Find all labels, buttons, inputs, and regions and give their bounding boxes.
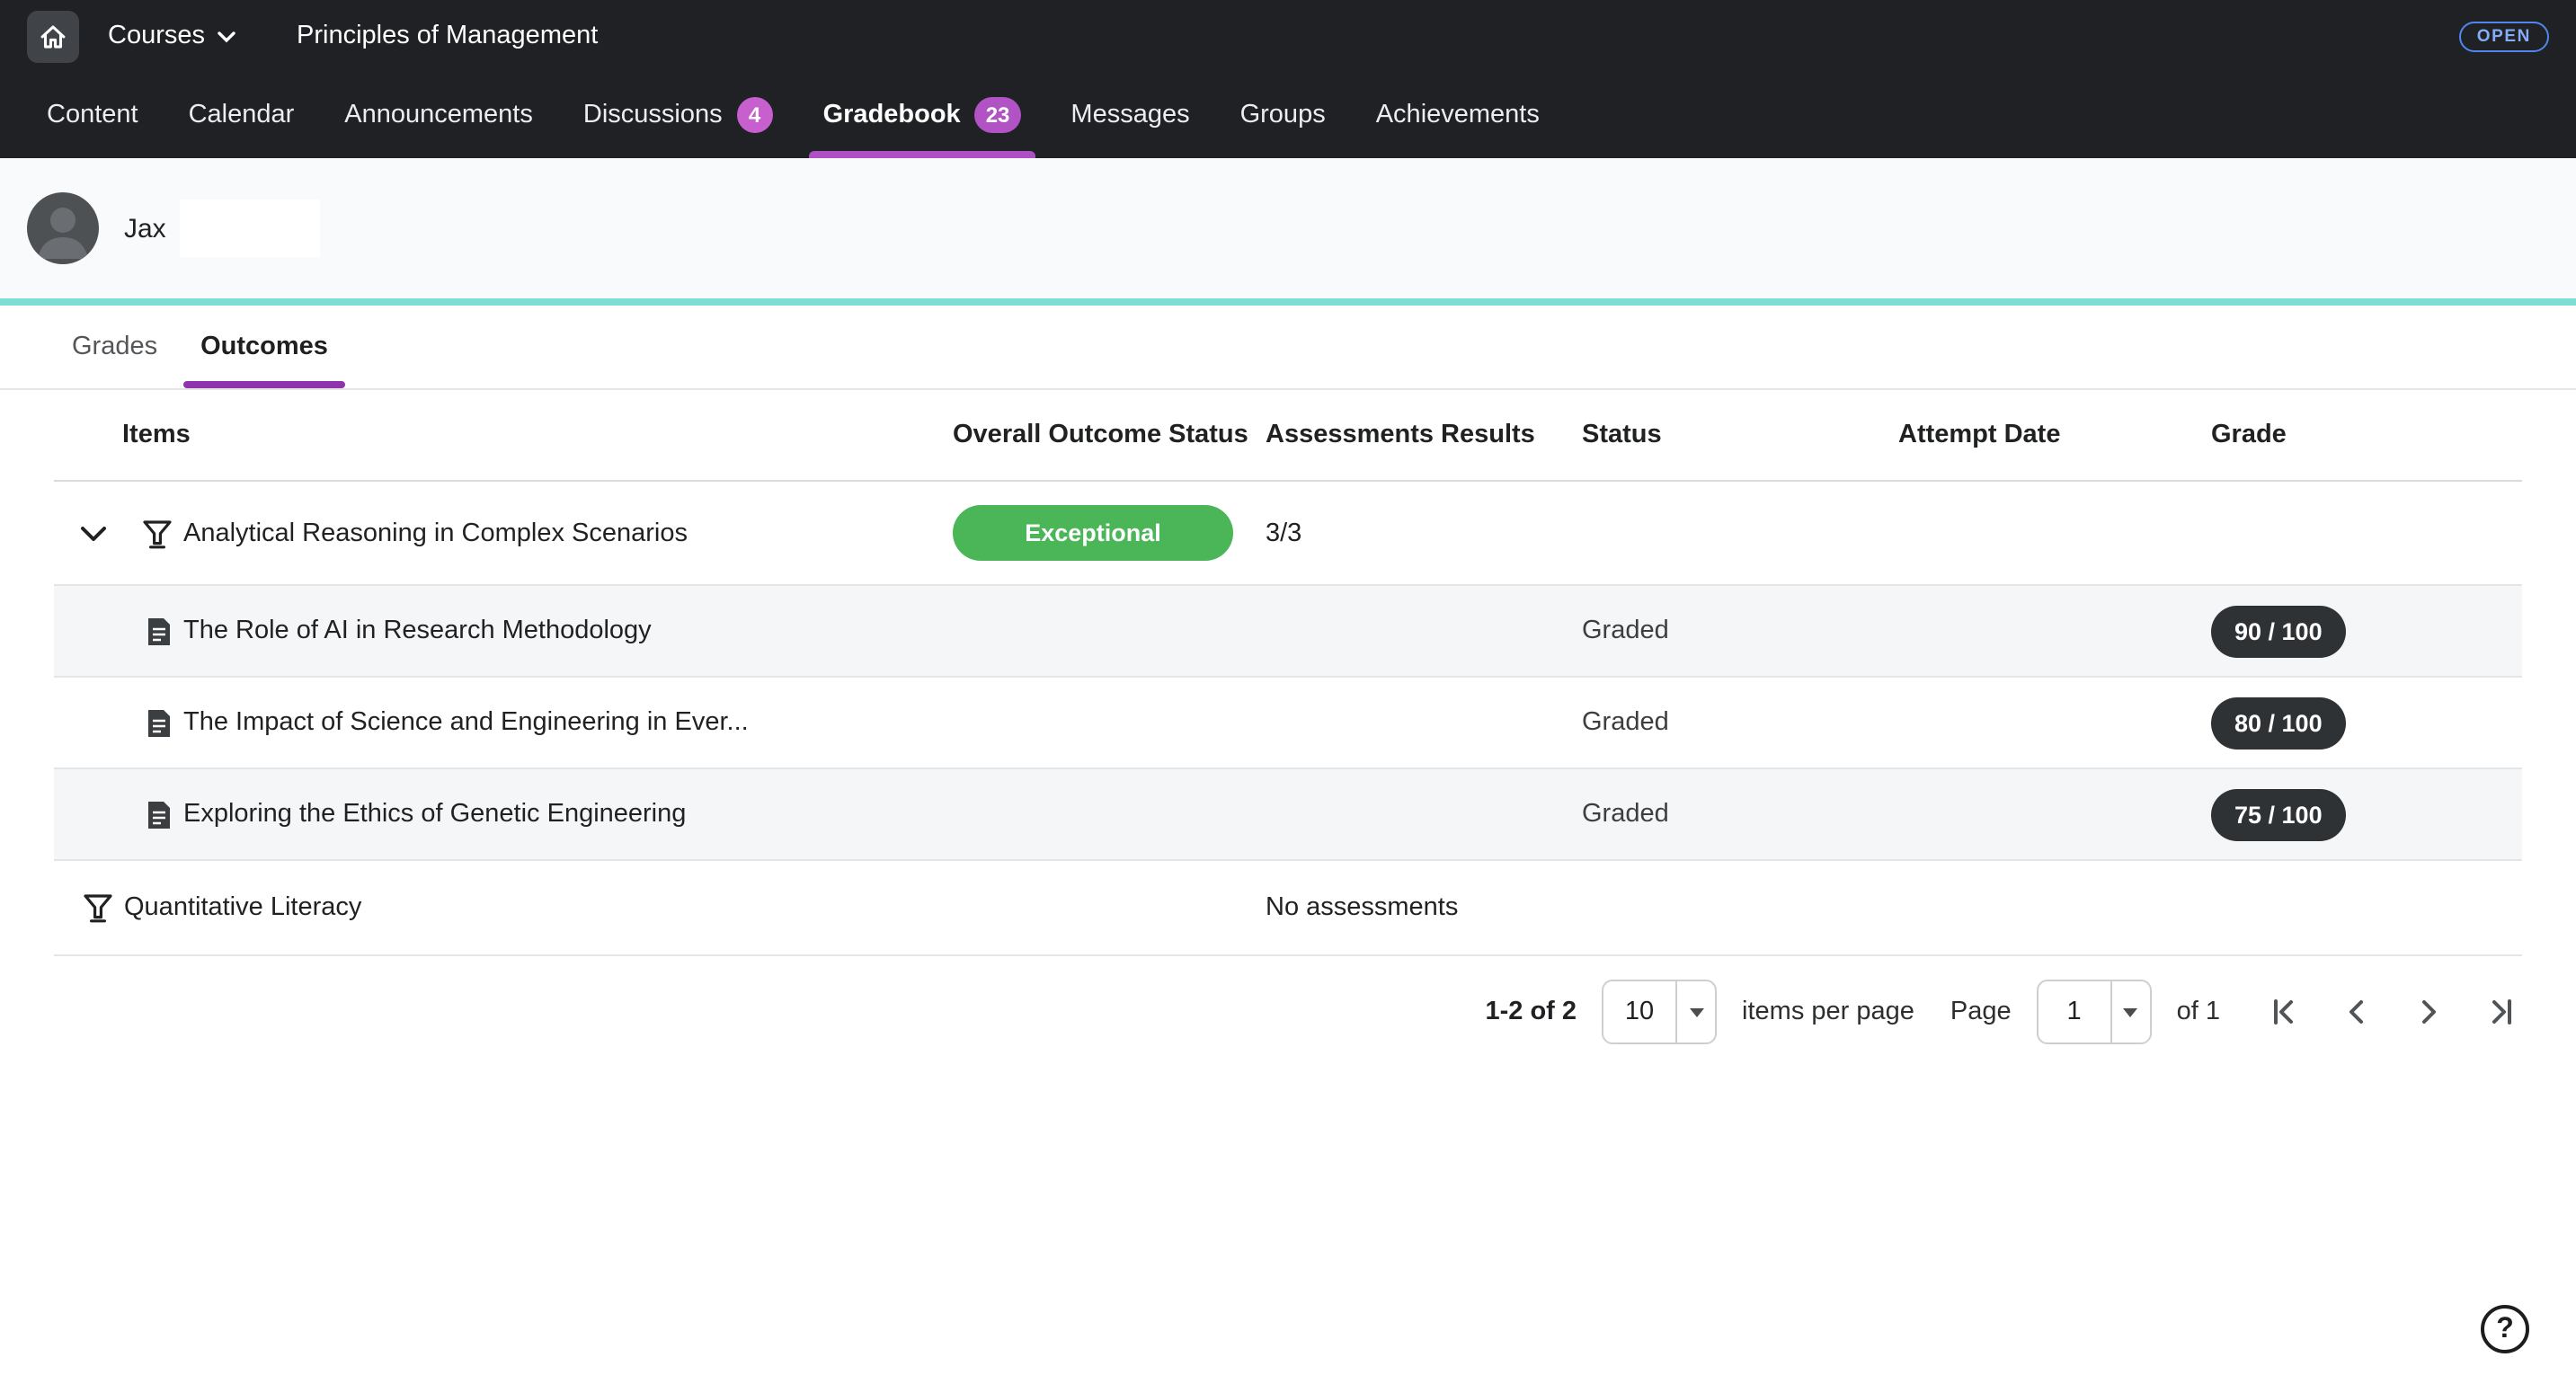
question-mark-icon: ? <box>2496 1313 2514 1345</box>
pager-buttons <box>2260 987 2526 1037</box>
outcome-row: Quantitative Literacy No assessments <box>54 861 2522 956</box>
nav-item-gradebook[interactable]: Gradebook 23 <box>798 72 1046 158</box>
grade-pill: 90 / 100 <box>2211 605 2346 657</box>
page-of-label: of 1 <box>2177 998 2220 1026</box>
document-icon <box>146 616 173 646</box>
select-caret-icon <box>2110 981 2150 1042</box>
tab-outcomes[interactable]: Outcomes <box>182 306 346 388</box>
nav-label: Discussions <box>583 101 723 129</box>
grade-pill: 75 / 100 <box>2211 788 2346 840</box>
select-caret-icon <box>1675 981 1715 1042</box>
teal-divider <box>0 298 2576 306</box>
overall-status-pill: Exceptional <box>953 505 1233 561</box>
user-bar: Jax <box>0 158 2576 298</box>
first-page-button[interactable] <box>2260 987 2310 1037</box>
assessment-title: The Impact of Science and Engineering in… <box>183 708 749 737</box>
avatar-person-icon <box>27 192 99 264</box>
outcome-funnel-icon <box>140 517 174 549</box>
items-per-page-label: items per page <box>1742 998 1914 1026</box>
assessments-results-value: No assessments <box>1266 893 1582 922</box>
course-navbar: Content Calendar Announcements Discussio… <box>0 72 2576 158</box>
outcome-title: Analytical Reasoning in Complex Scenario… <box>183 519 688 547</box>
nav-label: Messages <box>1070 101 1189 129</box>
document-icon <box>146 799 173 829</box>
user-avatar <box>27 192 99 264</box>
outcomes-table: Items Overall Outcome Status Assessments… <box>54 390 2522 956</box>
header-attempt-date: Attempt Date <box>1898 421 2211 449</box>
nav-item-calendar[interactable]: Calendar <box>164 72 320 158</box>
app-root: Courses Principles of Management OPEN Co… <box>0 0 2576 1375</box>
last-page-button[interactable] <box>2475 987 2526 1037</box>
assessment-status: Graded <box>1582 708 1898 737</box>
header-status: Status <box>1582 421 1898 449</box>
chevron-down-icon <box>218 30 235 42</box>
nav-item-content[interactable]: Content <box>22 72 164 158</box>
document-icon <box>146 707 173 738</box>
top-bar: Courses Principles of Management OPEN <box>0 0 2576 72</box>
page-number-select[interactable]: 1 <box>2037 980 2152 1044</box>
nav-label: Gradebook <box>823 101 961 129</box>
nav-label: Calendar <box>189 101 295 129</box>
course-title: Principles of Management <box>297 22 598 50</box>
header-items: Items <box>54 421 953 449</box>
outcome-title: Quantitative Literacy <box>124 893 361 922</box>
assessment-status: Graded <box>1582 800 1898 829</box>
outcome-funnel-icon <box>81 892 115 924</box>
assessment-row: The Role of AI in Research Methodology G… <box>54 586 2522 678</box>
courses-dropdown[interactable]: Courses <box>108 22 235 50</box>
pagination-bar: 1-2 of 2 10 items per page Page 1 of 1 <box>0 956 2576 1068</box>
previous-page-button[interactable] <box>2332 987 2382 1037</box>
assessment-title: The Role of AI in Research Methodology <box>183 617 652 645</box>
collapse-outcome-button[interactable] <box>72 511 115 554</box>
home-icon <box>38 21 68 51</box>
help-button[interactable]: ? <box>2481 1305 2529 1353</box>
nav-item-groups[interactable]: Groups <box>1215 72 1351 158</box>
last-page-icon <box>2483 994 2518 1030</box>
tab-grades[interactable]: Grades <box>54 306 175 388</box>
nav-item-announcements[interactable]: Announcements <box>319 72 558 158</box>
chevron-down-icon <box>79 524 108 542</box>
grade-pill: 80 / 100 <box>2211 696 2346 749</box>
assessment-row: Exploring the Ethics of Genetic Engineer… <box>54 769 2522 861</box>
nav-item-messages[interactable]: Messages <box>1045 72 1214 158</box>
chevron-right-icon <box>2411 994 2447 1030</box>
header-assessments-results: Assessments Results <box>1266 421 1582 449</box>
items-per-page-value: 10 <box>1603 998 1675 1026</box>
header-overall-outcome-status: Overall Outcome Status <box>953 421 1266 449</box>
assessment-title: Exploring the Ethics of Genetic Engineer… <box>183 800 686 829</box>
page-number-value: 1 <box>2039 998 2110 1026</box>
nav-label: Announcements <box>344 101 533 129</box>
next-page-button[interactable] <box>2403 987 2454 1037</box>
page-label: Page <box>1950 998 2012 1026</box>
first-page-icon <box>2267 994 2303 1030</box>
open-badge: OPEN <box>2459 21 2549 51</box>
nav-item-discussions[interactable]: Discussions 4 <box>558 72 798 158</box>
nav-label: Achievements <box>1376 101 1540 129</box>
name-redaction-box <box>181 200 321 257</box>
nav-label: Content <box>47 101 138 129</box>
assessment-row: The Impact of Science and Engineering in… <box>54 678 2522 769</box>
chevron-left-icon <box>2339 994 2375 1030</box>
courses-label: Courses <box>108 22 205 50</box>
gradebook-count-badge: 23 <box>975 97 1021 133</box>
home-button[interactable] <box>27 10 79 62</box>
assessment-status: Graded <box>1582 617 1898 645</box>
items-per-page-select[interactable]: 10 <box>1602 980 1717 1044</box>
gradebook-tabs: Grades Outcomes <box>0 306 2576 390</box>
assessments-results-value: 3/3 <box>1266 519 1582 547</box>
table-header-row: Items Overall Outcome Status Assessments… <box>54 390 2522 482</box>
nav-label: Groups <box>1240 101 1326 129</box>
discussions-count-badge: 4 <box>737 97 773 133</box>
nav-item-achievements[interactable]: Achievements <box>1351 72 1565 158</box>
user-first-name: Jax <box>124 213 166 244</box>
page-range-label: 1-2 of 2 <box>1486 998 1577 1026</box>
header-grade: Grade <box>2211 421 2522 449</box>
outcome-row: Analytical Reasoning in Complex Scenario… <box>54 482 2522 586</box>
